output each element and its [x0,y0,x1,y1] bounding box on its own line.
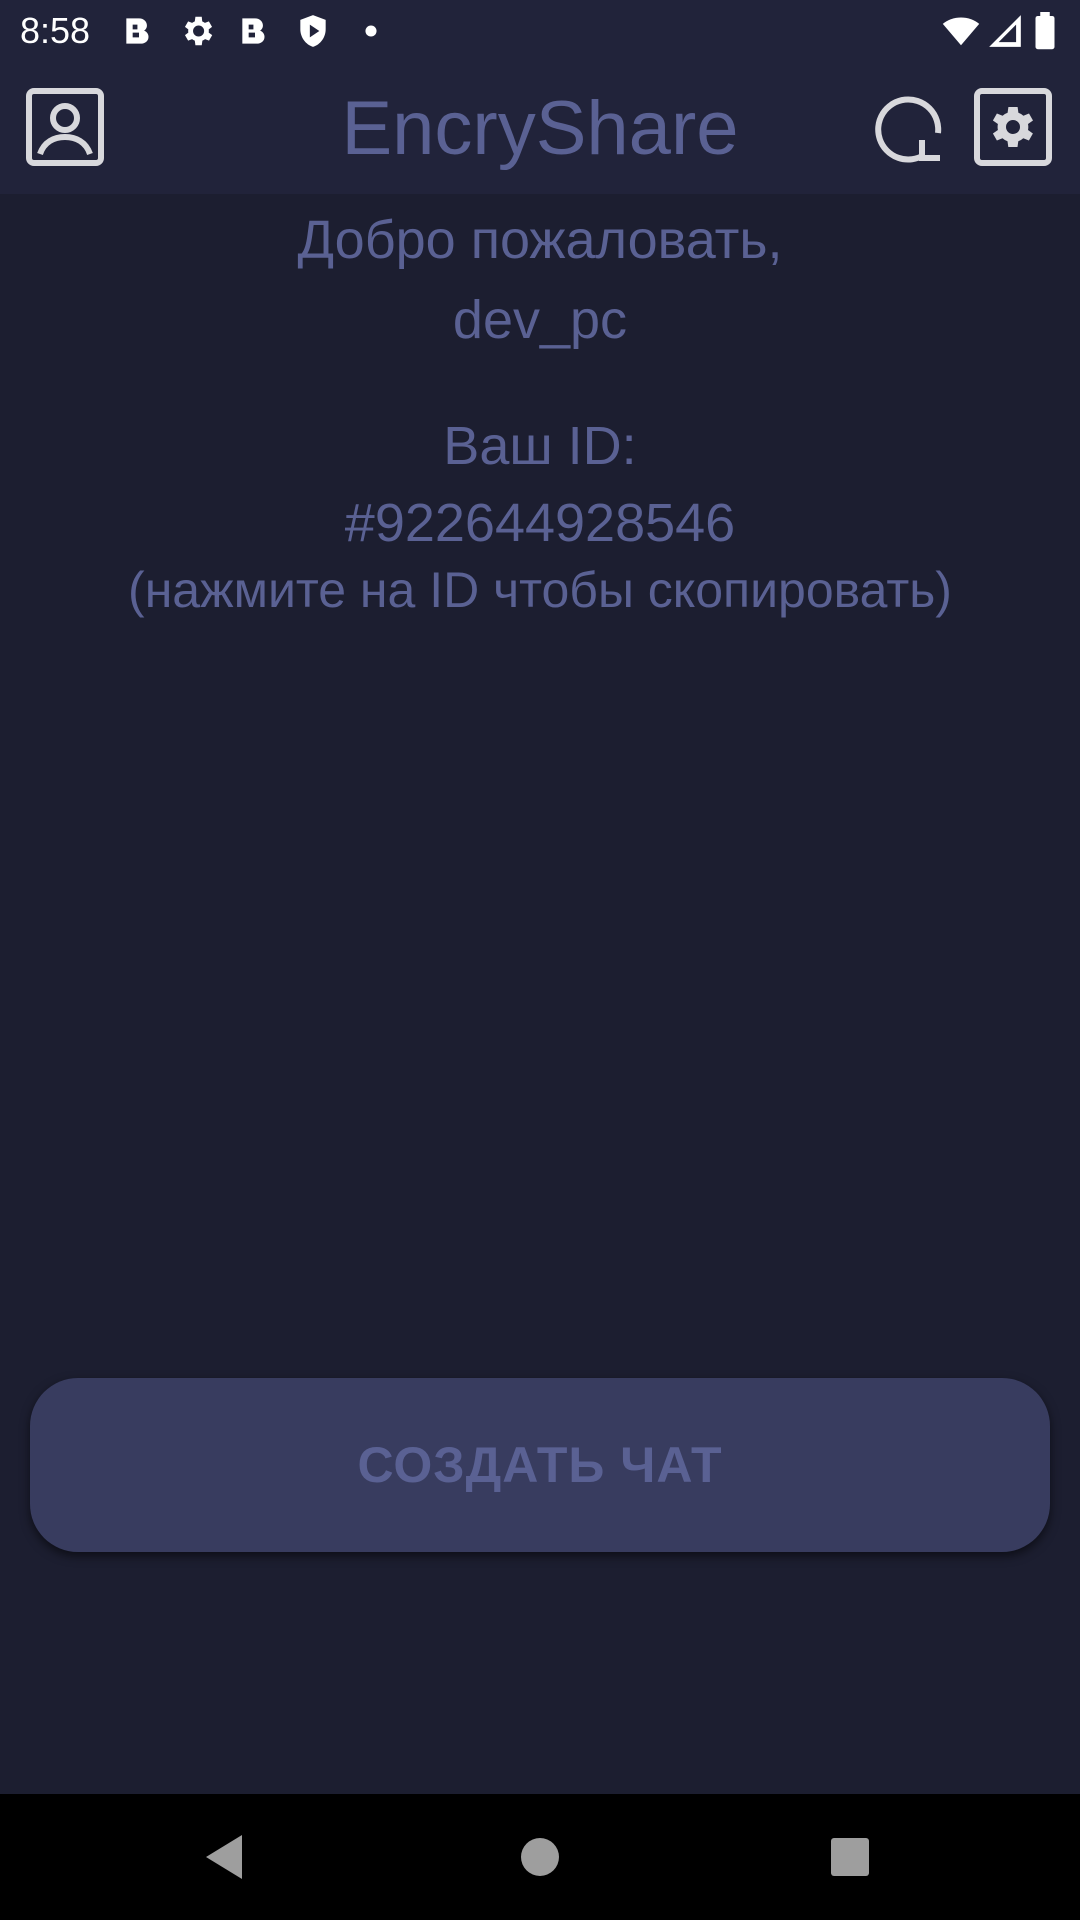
home-button[interactable] [505,1822,575,1892]
copy-id-hint: (нажмите на ID чтобы скопировать) [128,562,952,618]
play-protect-icon [294,12,332,50]
settings-button[interactable] [974,88,1052,166]
refresh-icon [875,96,942,163]
dot-icon [352,12,390,50]
user-id-label: Ваш ID: [443,416,637,476]
recents-icon [831,1838,869,1876]
wifi-icon [942,12,980,50]
create-chat-label: СОЗДАТЬ ЧАТ [357,1437,723,1493]
welcome-text: Добро пожаловать, dev_pc [0,200,1080,360]
back-icon [206,1835,242,1879]
status-bar: 8:58 [0,0,1080,62]
username: dev_pc [452,290,628,350]
gear-icon [178,12,216,50]
app-notification-icon [236,12,274,50]
user-id-block: Ваш ID: #922644928546 (нажмите на ID что… [0,408,1080,618]
status-time: 8:58 [20,10,91,51]
user-id-value[interactable]: #922644928546 [0,484,1080,562]
app-notification-icon [120,12,158,50]
refresh-button[interactable] [872,88,950,166]
recents-button[interactable] [815,1822,885,1892]
signal-icon [986,12,1024,50]
screen: 8:58 EncryShare Добро пожаловать, dev_pc… [0,0,1080,1920]
settings-icon [974,88,1052,166]
back-button[interactable] [190,1822,260,1892]
navigation-bar [0,1794,1080,1920]
battery-icon [1030,12,1060,50]
home-icon [521,1838,559,1876]
welcome-greeting: Добро пожаловать, [297,210,783,270]
create-chat-button[interactable]: СОЗДАТЬ ЧАТ [30,1378,1050,1552]
app-bar: EncryShare [0,62,1080,194]
